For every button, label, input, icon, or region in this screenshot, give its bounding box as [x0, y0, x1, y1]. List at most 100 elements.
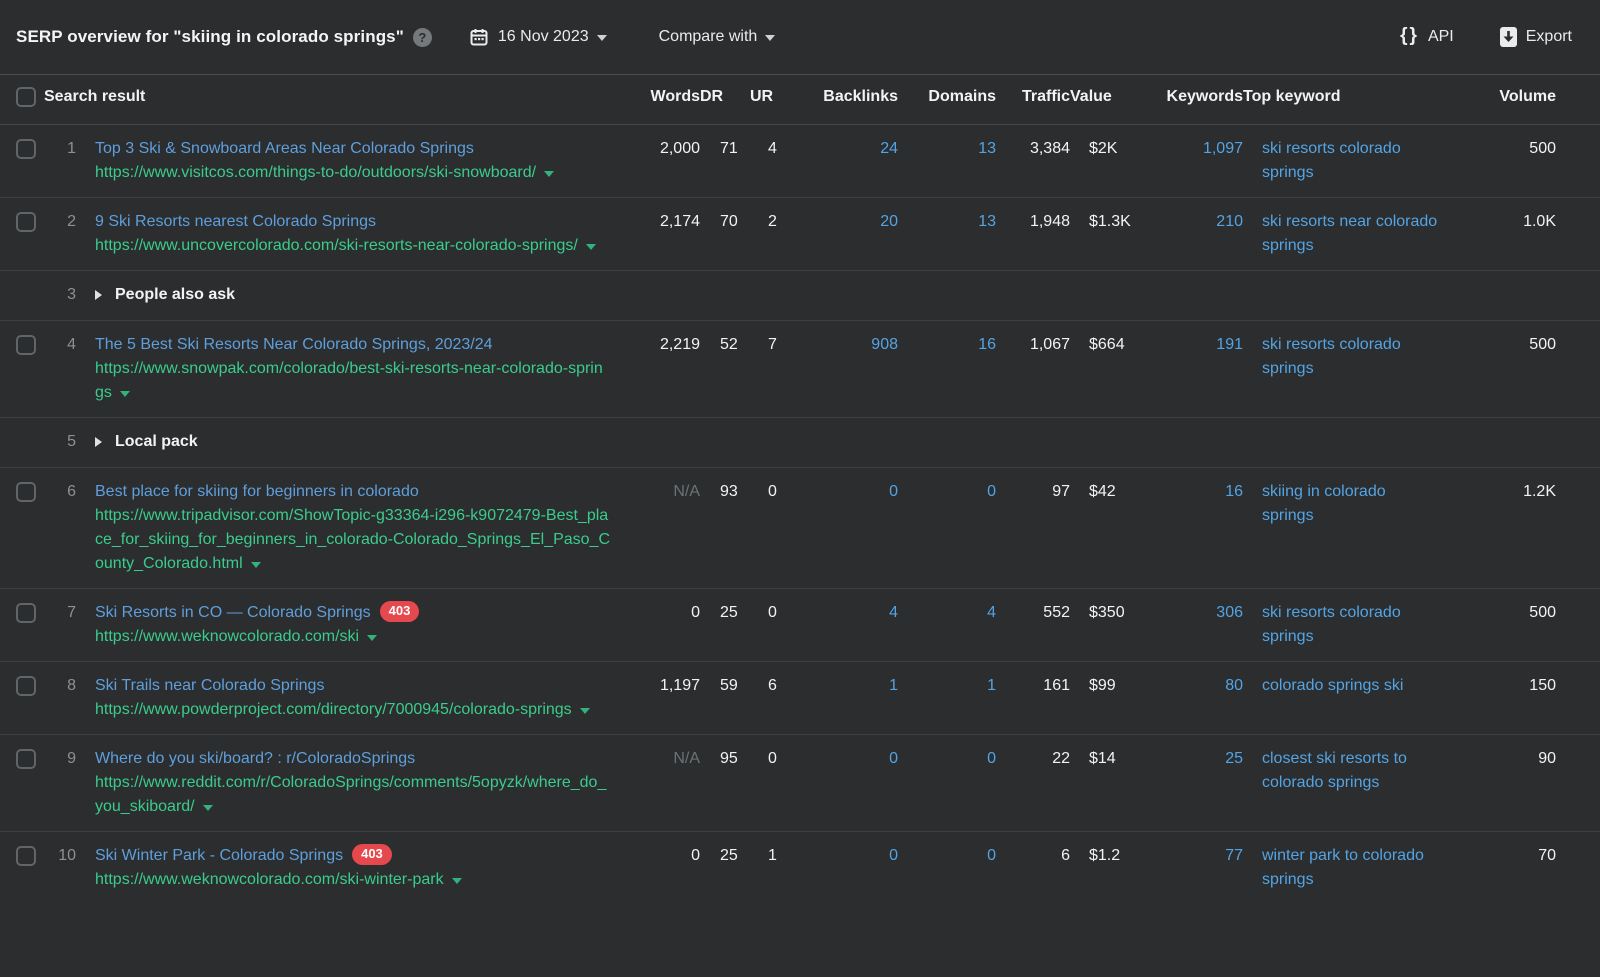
result-url-link[interactable]: https://www.reddit.com/r/ColoradoSprings… — [95, 774, 606, 815]
row-number: 3 — [44, 271, 76, 319]
traffic-cell: 1,067 — [996, 321, 1070, 369]
result-url-link[interactable]: https://www.uncovercolorado.com/ski-reso… — [95, 237, 596, 254]
domains-link[interactable]: 16 — [978, 336, 996, 353]
result-url-link[interactable]: https://www.visitcos.com/things-to-do/ou… — [95, 164, 554, 181]
result-title-link[interactable]: Ski Winter Park - Colorado Springs — [95, 847, 343, 864]
api-button[interactable]: {} API — [1400, 26, 1454, 48]
serp-feature-label: Local pack — [115, 430, 198, 454]
row-number: 2 — [44, 198, 76, 246]
dr-cell: 25 — [700, 589, 750, 637]
top-keyword-link[interactable]: ski resorts colorado springs — [1262, 604, 1401, 645]
col-keywords: Keywords — [1140, 75, 1243, 118]
row-checkbox[interactable] — [16, 749, 36, 769]
result-title-link[interactable]: Where do you ski/board? : r/ColoradoSpri… — [95, 750, 415, 767]
volume-cell: 150 — [1439, 662, 1556, 710]
result-title-link[interactable]: 9 Ski Resorts nearest Colorado Springs — [95, 213, 376, 230]
top-keyword-link[interactable]: ski resorts colorado springs — [1262, 140, 1401, 181]
value-cell: $1.3K — [1070, 198, 1140, 246]
backlinks-link[interactable]: 908 — [871, 336, 898, 353]
row-checkbox[interactable] — [16, 846, 36, 866]
row-number: 1 — [44, 125, 76, 173]
domains-link[interactable]: 1 — [987, 677, 996, 694]
keywords-link[interactable]: 16 — [1225, 483, 1243, 500]
url-dropdown-caret[interactable] — [544, 171, 554, 177]
words-cell: 2,000 — [624, 125, 700, 173]
keywords-link[interactable]: 25 — [1225, 750, 1243, 767]
top-keyword-link[interactable]: closest ski resorts to colorado springs — [1262, 750, 1407, 791]
result-title-link[interactable]: Ski Trails near Colorado Springs — [95, 677, 324, 694]
top-keyword-link[interactable]: skiing in colorado springs — [1262, 483, 1386, 524]
result-url-link[interactable]: https://www.powderproject.com/directory/… — [95, 701, 590, 718]
top-keyword-link[interactable]: winter park to colorado springs — [1262, 847, 1424, 888]
domains-link[interactable]: 13 — [978, 213, 996, 230]
domains-link[interactable]: 4 — [987, 604, 996, 621]
keywords-link[interactable]: 191 — [1216, 336, 1243, 353]
result-title-link[interactable]: Ski Resorts in CO — Colorado Springs — [95, 604, 371, 621]
col-top-keyword: Top keyword — [1243, 75, 1439, 118]
traffic-cell: 161 — [996, 662, 1070, 710]
compare-with-button[interactable]: Compare with — [659, 28, 776, 46]
domains-link[interactable]: 0 — [987, 483, 996, 500]
value-cell: $2K — [1070, 125, 1140, 173]
keywords-link[interactable]: 210 — [1216, 213, 1243, 230]
export-button[interactable]: Export — [1500, 27, 1572, 47]
result-url-link[interactable]: https://www.snowpak.com/colorado/best-sk… — [95, 360, 603, 401]
url-dropdown-caret[interactable] — [120, 391, 130, 397]
serp-feature-label: People also ask — [115, 283, 235, 307]
col-backlinks: Backlinks — [798, 75, 898, 118]
backlinks-link[interactable]: 4 — [889, 604, 898, 621]
backlinks-link[interactable]: 0 — [889, 847, 898, 864]
keywords-link[interactable]: 1,097 — [1203, 140, 1243, 157]
backlinks-link[interactable]: 0 — [889, 483, 898, 500]
result-url-link[interactable]: https://www.tripadvisor.com/ShowTopic-g3… — [95, 507, 610, 572]
backlinks-link[interactable]: 1 — [889, 677, 898, 694]
backlinks-link[interactable]: 0 — [889, 750, 898, 767]
ur-cell: 0 — [750, 468, 798, 516]
backlinks-link[interactable]: 24 — [880, 140, 898, 157]
domains-link[interactable]: 0 — [987, 847, 996, 864]
page-title: SERP overview for "skiing in colorado sp… — [16, 27, 404, 47]
words-cell: 0 — [624, 589, 700, 637]
domains-link[interactable]: 0 — [987, 750, 996, 767]
table-header-row: Search result Words DR UR Backlinks Doma… — [0, 74, 1600, 125]
top-keyword-link[interactable]: ski resorts colorado springs — [1262, 336, 1401, 377]
row-checkbox[interactable] — [16, 482, 36, 502]
row-checkbox[interactable] — [16, 676, 36, 696]
url-dropdown-caret[interactable] — [367, 635, 377, 641]
expand-toggle[interactable]: Local pack — [95, 430, 198, 454]
row-checkbox[interactable] — [16, 139, 36, 159]
date-picker-button[interactable]: 16 Nov 2023 — [470, 28, 607, 46]
row-checkbox[interactable] — [16, 212, 36, 232]
backlinks-link[interactable]: 20 — [880, 213, 898, 230]
keywords-link[interactable]: 80 — [1225, 677, 1243, 694]
row-checkbox[interactable] — [16, 603, 36, 623]
keywords-link[interactable]: 306 — [1216, 604, 1243, 621]
result-url-link[interactable]: https://www.weknowcolorado.com/ski-winte… — [95, 871, 462, 888]
url-dropdown-caret[interactable] — [203, 805, 213, 811]
top-keyword-link[interactable]: colorado springs ski — [1262, 677, 1403, 694]
col-volume: Volume — [1439, 75, 1556, 118]
help-icon[interactable]: ? — [413, 28, 432, 47]
table-body: 1 Top 3 Ski & Snowboard Areas Near Colora… — [0, 125, 1600, 904]
result-title-link[interactable]: The 5 Best Ski Resorts Near Colorado Spr… — [95, 336, 493, 353]
domains-link[interactable]: 13 — [978, 140, 996, 157]
words-cell: 2,219 — [624, 321, 700, 369]
dr-cell: 25 — [700, 832, 750, 880]
export-label: Export — [1526, 28, 1572, 46]
url-dropdown-caret[interactable] — [251, 562, 261, 568]
select-all-checkbox[interactable] — [16, 87, 36, 107]
ur-cell: 0 — [750, 735, 798, 783]
dr-cell: 95 — [700, 735, 750, 783]
expand-toggle[interactable]: People also ask — [95, 283, 235, 307]
result-title-link[interactable]: Best place for skiing for beginners in c… — [95, 483, 419, 500]
top-keyword-link[interactable]: ski resorts near colorado springs — [1262, 213, 1437, 254]
url-dropdown-caret[interactable] — [586, 244, 596, 250]
result-title-link[interactable]: Top 3 Ski & Snowboard Areas Near Colorad… — [95, 140, 474, 157]
url-dropdown-caret[interactable] — [580, 708, 590, 714]
words-cell: N/A — [624, 468, 700, 516]
table-row: 9Where do you ski/board? : r/ColoradoSpr… — [0, 734, 1600, 831]
url-dropdown-caret[interactable] — [452, 878, 462, 884]
keywords-link[interactable]: 77 — [1225, 847, 1243, 864]
result-url-link[interactable]: https://www.weknowcolorado.com/ski — [95, 628, 377, 645]
row-checkbox[interactable] — [16, 335, 36, 355]
